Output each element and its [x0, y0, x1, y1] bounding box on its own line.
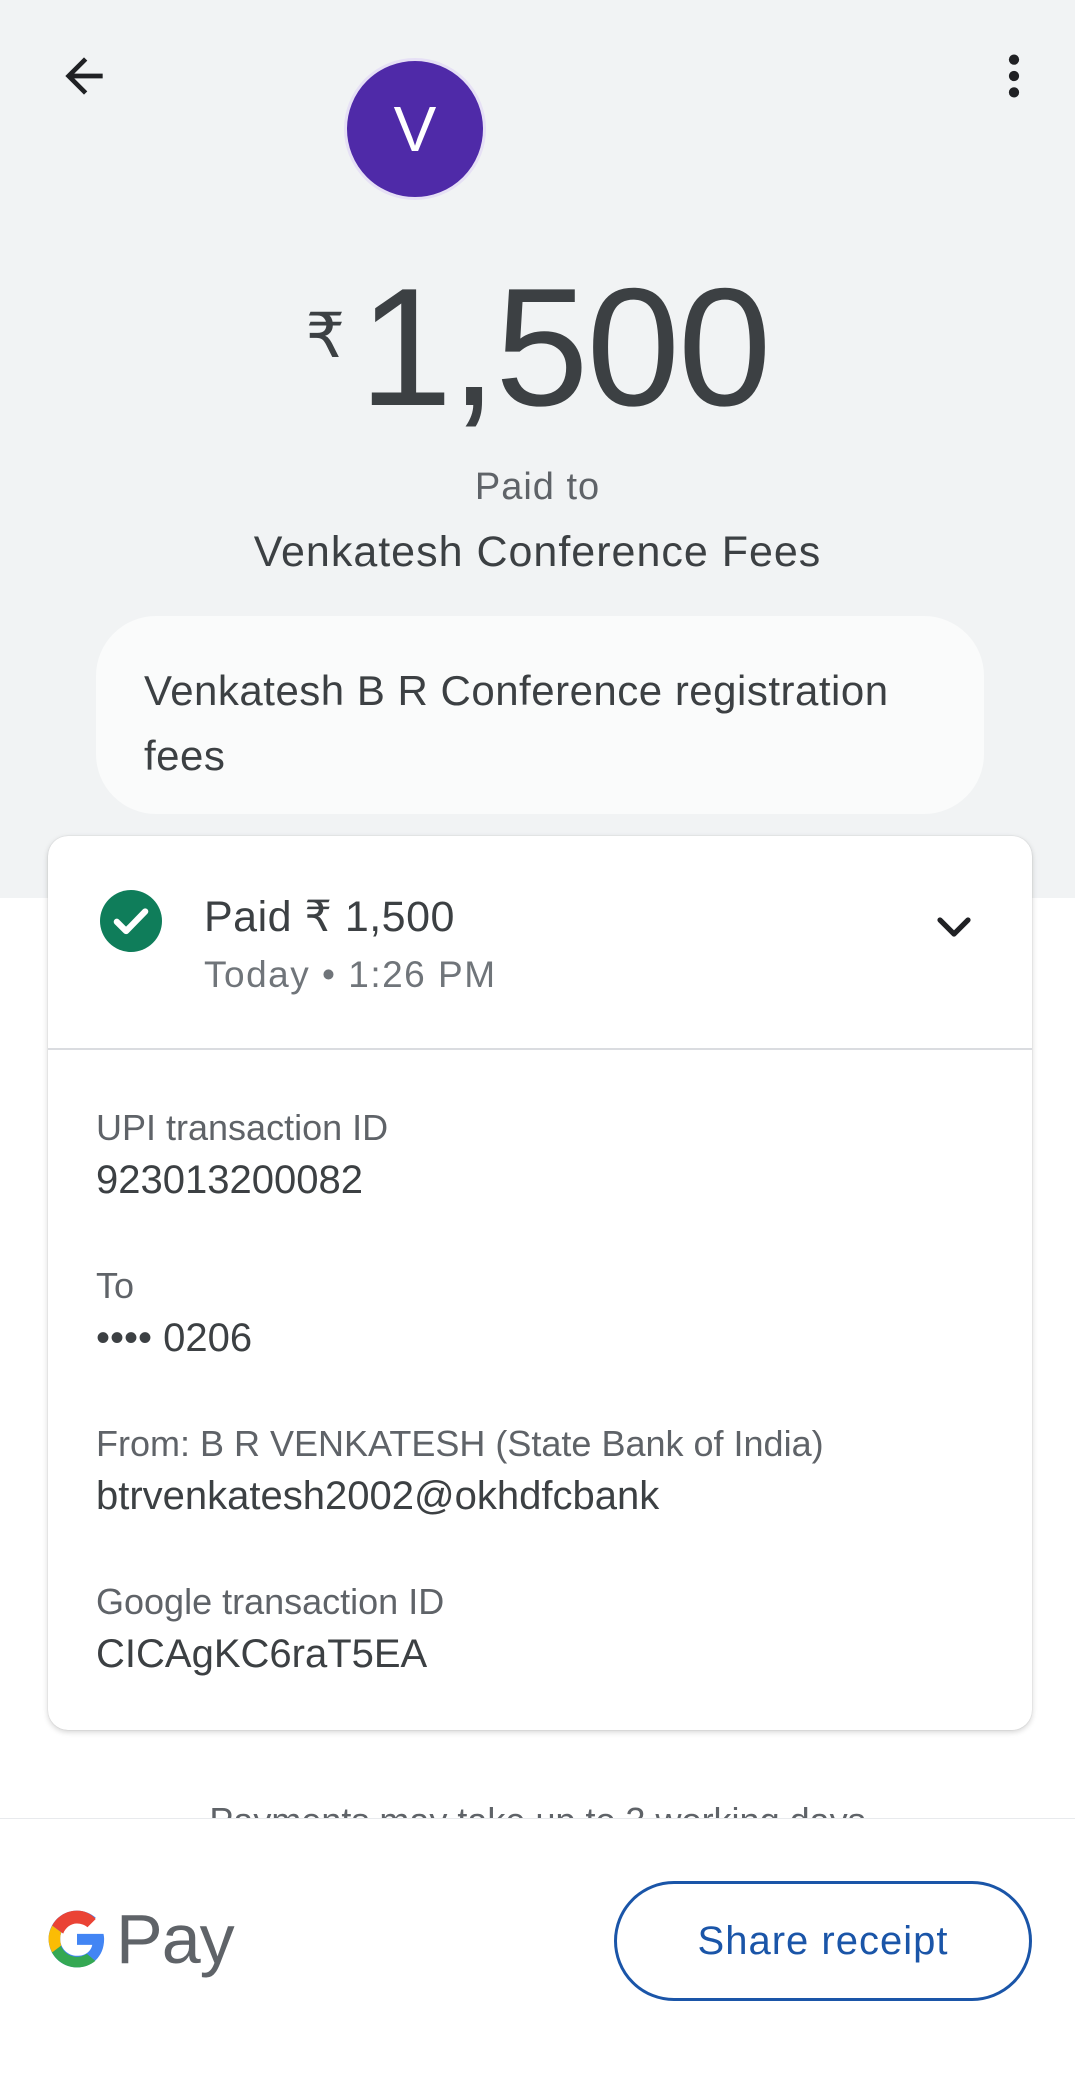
chevron-down-icon: [937, 917, 971, 937]
more-options-button[interactable]: [978, 40, 1050, 112]
share-receipt-button[interactable]: Share receipt: [614, 1881, 1032, 2001]
status-time: Today • 1:26 PM: [204, 954, 497, 995]
detail-value: •••• 0206: [96, 1316, 253, 1360]
status-title: Paid ₹ 1,500: [204, 893, 455, 941]
check-circle-icon: [100, 890, 162, 952]
detail-value: btrvenkatesh2002@okhdfcbank: [96, 1474, 660, 1518]
more-vert-icon: [1008, 54, 1020, 98]
currency-symbol: ₹: [305, 301, 346, 371]
google-transaction-id: Google transaction ID CICAgKC6raT5EA: [96, 1580, 444, 1682]
detail-label: UPI transaction ID: [96, 1107, 389, 1148]
amount-display: ₹ 1,500: [0, 262, 1075, 432]
sender-account: From: B R VENKATESH (State Bank of India…: [96, 1422, 824, 1524]
transaction-details-card: Paid ₹ 1,500 Today • 1:26 PM UPI transac…: [48, 836, 1032, 1730]
pay-wordmark: Pay: [116, 1900, 235, 1978]
status-header[interactable]: Paid ₹ 1,500 Today • 1:26 PM: [48, 836, 1032, 1050]
google-g-icon: [48, 1910, 105, 1968]
detail-label: From: B R VENKATESH (State Bank of India…: [96, 1423, 824, 1464]
payee-name: Venkatesh Conference Fees: [253, 528, 822, 576]
google-pay-logo: Pay: [46, 1899, 235, 1979]
detail-label: Google transaction ID: [96, 1581, 445, 1622]
amount-value: 1,500: [359, 253, 771, 441]
footer-bar: Pay Share receipt: [0, 1818, 1075, 2090]
back-button[interactable]: [48, 40, 120, 112]
recipient-account: To •••• 0206: [96, 1264, 252, 1366]
upi-transaction-id: UPI transaction ID 923013200082: [96, 1106, 388, 1208]
detail-value[interactable]: 923013200082: [96, 1152, 388, 1208]
detail-label: To: [96, 1265, 135, 1306]
avatar: V: [344, 58, 486, 200]
detail-value[interactable]: CICAgKC6raT5EA: [96, 1626, 444, 1682]
collapse-details-button[interactable]: [918, 890, 990, 962]
arrow-back-icon: [65, 57, 103, 95]
avatar-letter: V: [393, 93, 437, 165]
payment-note: Venkatesh B R Conference registration fe…: [96, 616, 984, 814]
paid-to-label: Paid to: [474, 466, 601, 508]
